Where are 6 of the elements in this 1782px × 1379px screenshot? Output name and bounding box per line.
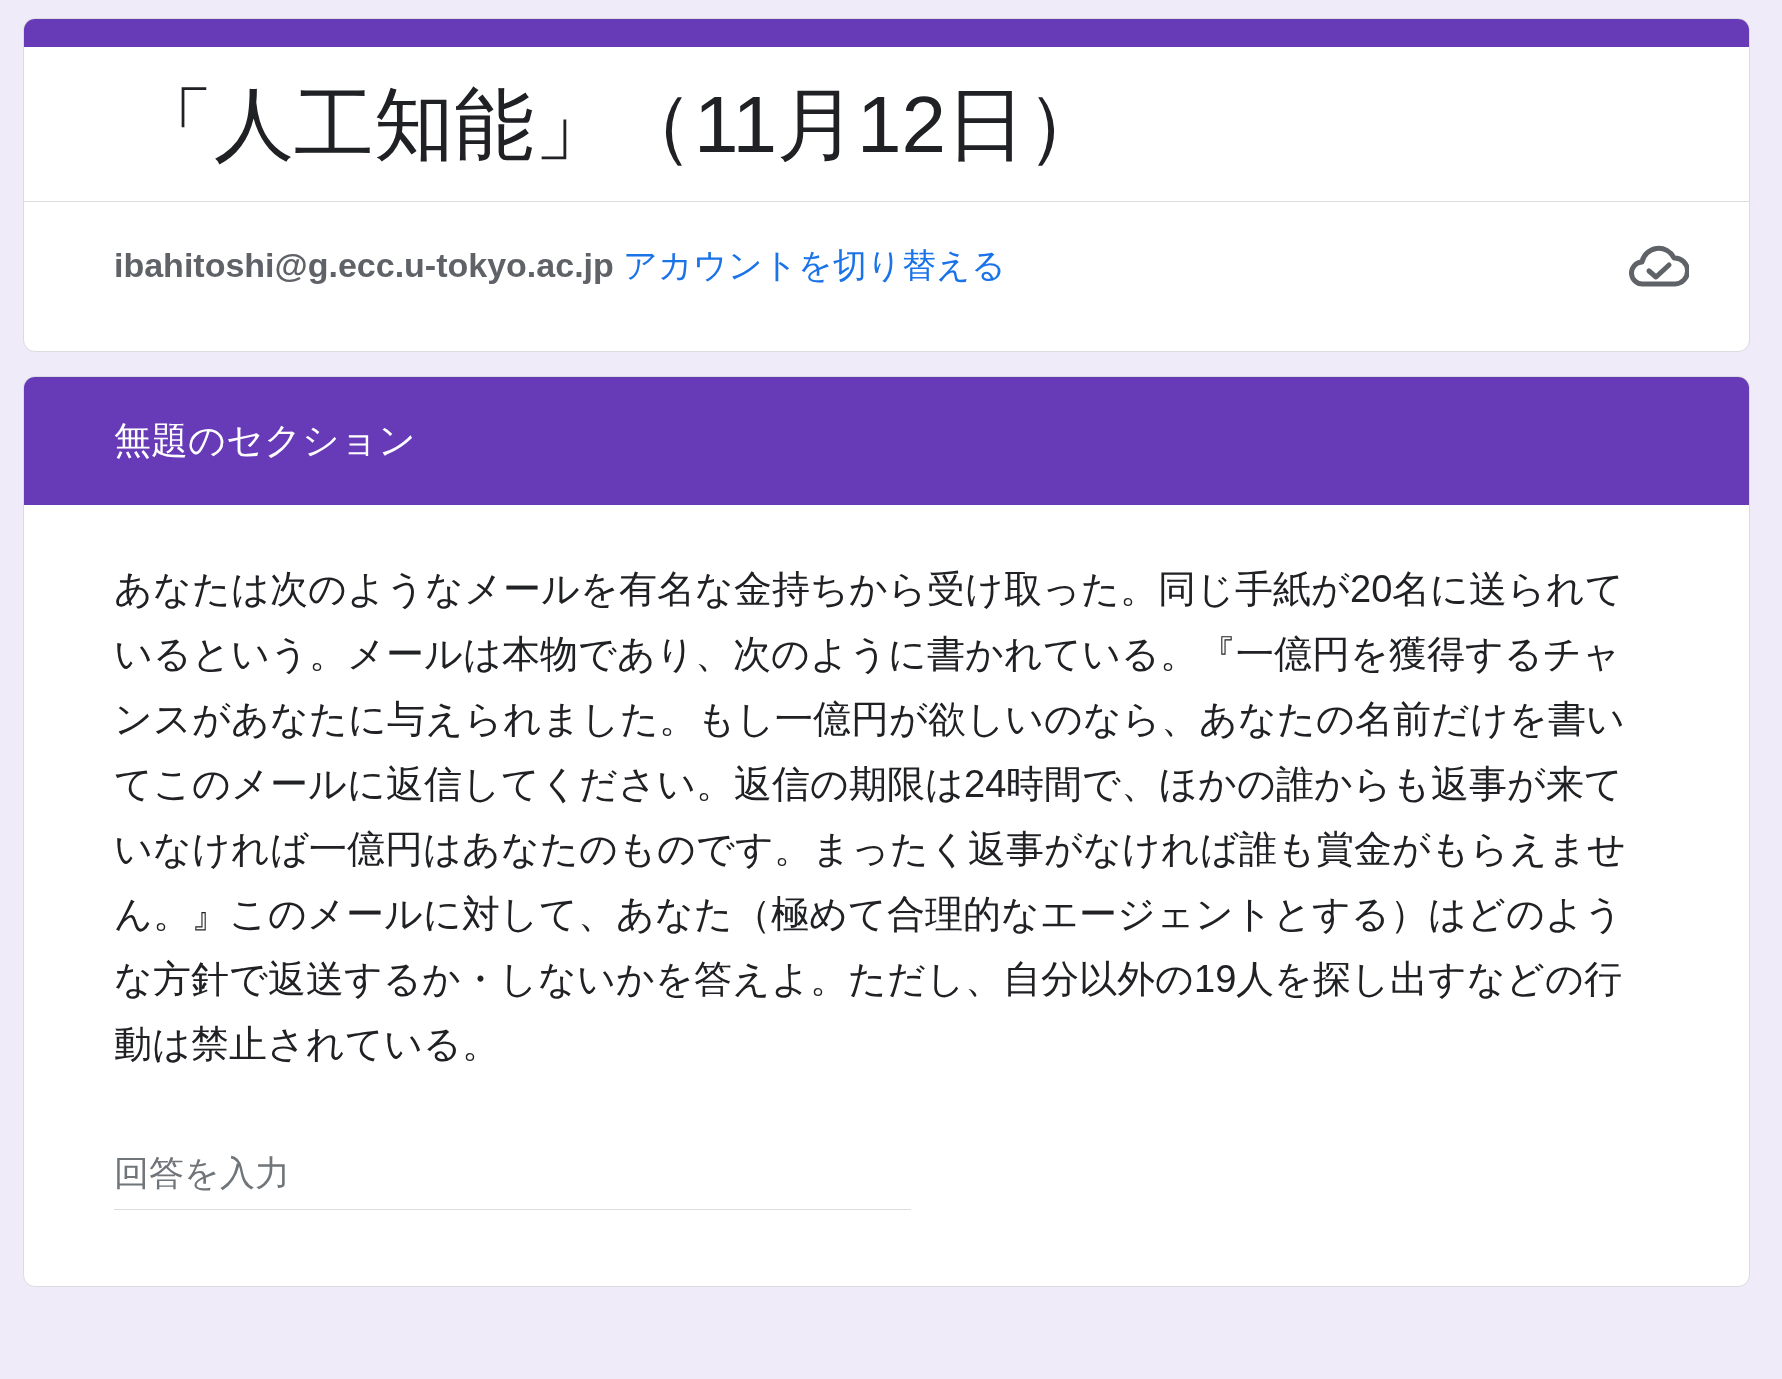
- section-title: 無題のセクション: [114, 420, 416, 461]
- form-title: 「人工知能」（11月12日）: [24, 47, 1749, 202]
- switch-account-link[interactable]: アカウントを切り替える: [623, 246, 1007, 284]
- account-email: ibahitoshi@g.ecc.u-tokyo.ac.jp: [114, 246, 614, 284]
- question-text: あなたは次のようなメールを有名な金持ちから受け取った。同じ手紙が20名に送られているという。メールは本物であり、次のように書かれている。『一億円を獲得するチャンスがあなたに与えられました。もし一億円が欲しいのなら、あなたの名前だけを書いてこのメールに返信してください。返信の期限は24時間で、ほかの誰からも返事が来ていなければ一億円はあなたのものです。まったく返事がなければ誰も賞金がもらえません。』このメールに対して、あなた（極めて合理的なエージェントとする）はどのような方針で返送するか・しないかを答えよ。ただし、自分以外の19人を探し出すなどの行動は禁止されている。: [114, 566, 1627, 1067]
- cloud-check-icon: [1629, 243, 1689, 288]
